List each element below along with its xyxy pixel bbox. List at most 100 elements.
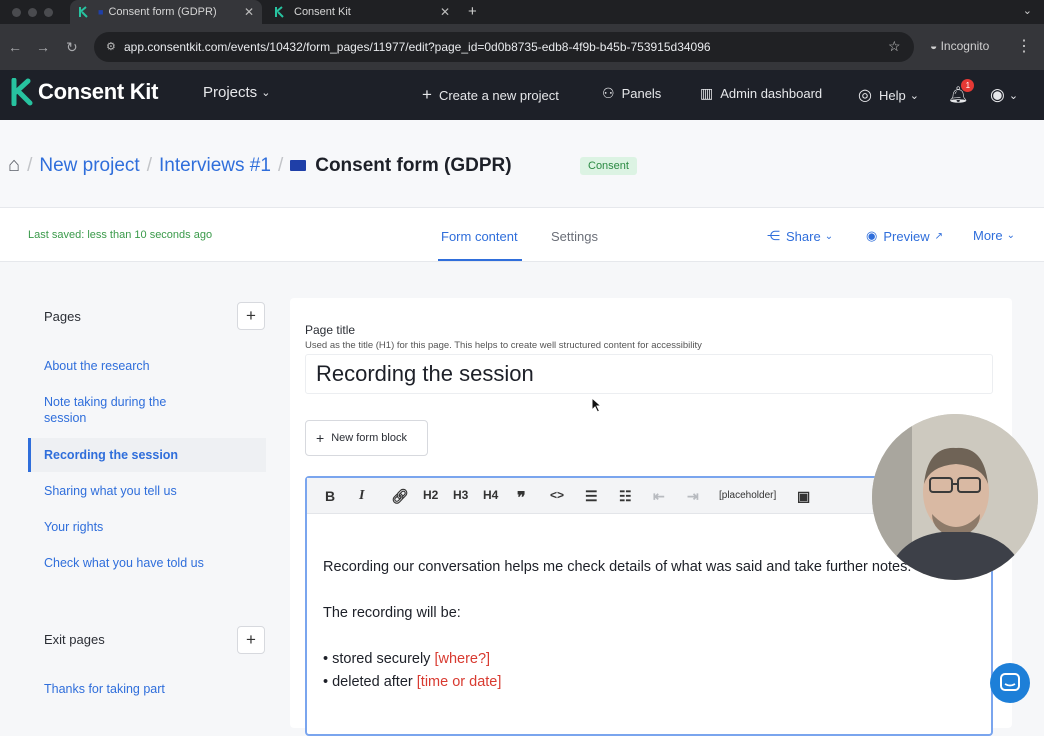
plus-icon: + bbox=[246, 630, 256, 649]
external-link-icon: ↗ bbox=[934, 230, 943, 242]
window-maximize-dot[interactable] bbox=[44, 8, 53, 17]
outdent-icon[interactable]: ⇤ bbox=[653, 488, 665, 505]
chat-launcher-button[interactable] bbox=[990, 663, 1030, 703]
active-tab-indicator bbox=[438, 259, 522, 261]
share-icon: ⋲ bbox=[767, 228, 780, 243]
breadcrumb: ⌂ / New project / Interviews #1 / Consen… bbox=[8, 154, 512, 177]
create-project-label: Create a new project bbox=[438, 87, 559, 103]
tab-close-icon[interactable]: ✕ bbox=[244, 5, 254, 19]
breadcrumb-separator: / bbox=[146, 154, 152, 176]
new-form-block-label: New form block bbox=[331, 432, 407, 444]
brand-logo[interactable]: Consent Kit bbox=[10, 78, 158, 106]
window-minimize-dot[interactable] bbox=[28, 8, 37, 17]
indent-icon[interactable]: ⇥ bbox=[687, 488, 699, 505]
breadcrumb-interviews[interactable]: Interviews #1 bbox=[159, 155, 271, 177]
code-icon[interactable]: <> bbox=[550, 488, 564, 502]
site-settings-icon[interactable]: ⚙ bbox=[106, 40, 116, 53]
breadcrumb-separator: / bbox=[27, 154, 33, 176]
editor-content[interactable]: Recording our conversation helps me chec… bbox=[323, 556, 973, 694]
share-dropdown[interactable]: ⋲ Share ⌄ bbox=[767, 228, 833, 244]
add-page-button[interactable]: + bbox=[237, 302, 265, 330]
bookmark-star-icon[interactable]: ☆ bbox=[888, 38, 901, 55]
page-title-input[interactable]: Recording the session bbox=[305, 354, 993, 394]
chevron-down-icon: ⌄ bbox=[824, 230, 834, 242]
user-circle-icon: ◉ bbox=[990, 85, 1005, 104]
paragraph-2: The recording will be: bbox=[323, 605, 461, 621]
page-title-label: Page title bbox=[305, 323, 356, 337]
panels-link[interactable]: ⚇ Panels bbox=[602, 85, 661, 102]
browser-tab-bar: ■ Consent form (GDPR) ✕ Consent Kit ✕ + … bbox=[0, 0, 1044, 24]
heading4-button[interactable]: H4 bbox=[483, 488, 498, 502]
add-exit-page-button[interactable]: + bbox=[237, 626, 265, 654]
sidebar-page-sharing[interactable]: Sharing what you tell us bbox=[44, 483, 224, 499]
pages-heading: Pages bbox=[44, 309, 81, 324]
webcam-overlay bbox=[872, 414, 1038, 580]
bullet-item: deleted after [time or date] bbox=[323, 671, 973, 694]
reload-icon[interactable]: ↻ bbox=[66, 39, 78, 56]
notifications-button[interactable]: 🔔︎ 1 bbox=[948, 79, 975, 105]
bullet-list-icon[interactable]: ☰ bbox=[585, 488, 598, 505]
create-project-link[interactable]: + Create a new project bbox=[422, 85, 559, 105]
browser-address-bar: ← → ↻ ⚙ app.consentkit.com/events/10432/… bbox=[0, 24, 1044, 70]
image-icon[interactable]: ▣ bbox=[797, 488, 810, 505]
sidebar-exit-page-thanks[interactable]: Thanks for taking part bbox=[44, 681, 224, 697]
heading2-button[interactable]: H2 bbox=[423, 488, 438, 502]
tab-title: Consent Kit bbox=[294, 6, 351, 18]
numbered-list-icon[interactable]: ☷ bbox=[619, 488, 632, 505]
plus-icon: + bbox=[422, 85, 432, 104]
url-field[interactable]: ⚙ app.consentkit.com/events/10432/form_p… bbox=[94, 32, 914, 62]
browser-menu-icon[interactable]: ⋮ bbox=[1016, 36, 1032, 56]
browser-tab-consent-form[interactable]: ■ Consent form (GDPR) ✕ bbox=[70, 0, 262, 24]
help-dropdown[interactable]: ◎ Help ⌄ bbox=[858, 85, 919, 105]
placeholder-token[interactable]: [where?] bbox=[434, 651, 490, 667]
new-form-block-button[interactable]: + New form block bbox=[305, 420, 428, 456]
tab-settings[interactable]: Settings bbox=[551, 229, 598, 244]
back-arrow-icon[interactable]: ← bbox=[8, 39, 22, 55]
plus-icon: + bbox=[316, 430, 325, 446]
breadcrumb-new-project[interactable]: New project bbox=[39, 155, 139, 177]
preview-label: Preview bbox=[883, 228, 930, 244]
bullet-text: deleted after bbox=[332, 674, 417, 690]
chat-bubble-icon bbox=[1000, 673, 1020, 691]
new-tab-plus-icon[interactable]: + bbox=[468, 3, 477, 20]
placeholder-button[interactable]: [placeholder] bbox=[719, 490, 776, 501]
incognito-indicator[interactable]: ◒ Incognito bbox=[930, 39, 989, 53]
preview-link[interactable]: ◉ Preview ↗ bbox=[866, 228, 943, 244]
tab-close-icon[interactable]: ✕ bbox=[440, 5, 450, 19]
browser-tab-consent-kit[interactable]: Consent Kit ✕ bbox=[266, 0, 458, 24]
home-icon[interactable]: ⌂ bbox=[8, 154, 20, 177]
projects-dropdown[interactable]: Projects ⌄ bbox=[203, 84, 270, 101]
sidebar-page-recording-the-session[interactable]: Recording the session bbox=[44, 447, 224, 463]
bold-button[interactable]: B bbox=[325, 488, 335, 504]
forward-arrow-icon[interactable]: → bbox=[36, 39, 50, 55]
consentkit-favicon-icon bbox=[79, 6, 88, 18]
sidebar-page-note-taking[interactable]: Note taking during the session bbox=[44, 394, 194, 426]
breadcrumb-separator: / bbox=[277, 154, 284, 176]
account-menu[interactable]: ◉ ⌄ bbox=[990, 85, 1018, 105]
heading3-button[interactable]: H3 bbox=[453, 488, 468, 502]
consentkit-favicon-icon bbox=[275, 6, 284, 18]
sidebar-page-your-rights[interactable]: Your rights bbox=[44, 519, 224, 535]
users-icon: ⚇ bbox=[602, 85, 615, 101]
save-status: Last saved: less than 10 seconds ago bbox=[28, 229, 213, 241]
presenter-video-image bbox=[872, 414, 1038, 580]
eu-flag-icon bbox=[290, 160, 307, 171]
tab-form-content[interactable]: Form content bbox=[441, 229, 518, 244]
page-title: Consent form (GDPR) bbox=[315, 154, 512, 176]
more-dropdown[interactable]: More ⌄ bbox=[973, 228, 1015, 243]
quote-icon[interactable]: ❞ bbox=[517, 488, 526, 508]
link-icon[interactable]: 🔗︎ bbox=[391, 488, 409, 505]
sidebar-page-about-the-research[interactable]: About the research bbox=[44, 358, 224, 374]
placeholder-token[interactable]: [time or date] bbox=[417, 674, 502, 690]
italic-button[interactable]: I bbox=[359, 488, 364, 504]
consentkit-logo-icon bbox=[11, 78, 33, 106]
panels-label: Panels bbox=[621, 86, 662, 101]
tab-search-chevron-icon[interactable]: ⌄ bbox=[1023, 4, 1032, 17]
window-close-dot[interactable] bbox=[12, 8, 21, 17]
sidebar-page-check[interactable]: Check what you have told us bbox=[44, 555, 224, 571]
lifebuoy-icon: ◎ bbox=[858, 87, 872, 104]
admin-dashboard-label: Admin dashboard bbox=[720, 86, 823, 101]
more-label: More bbox=[973, 228, 1003, 243]
recording-bullets: stored securely [where?] deleted after [… bbox=[323, 648, 973, 694]
admin-dashboard-link[interactable]: ▥ Admin dashboard bbox=[700, 85, 822, 102]
